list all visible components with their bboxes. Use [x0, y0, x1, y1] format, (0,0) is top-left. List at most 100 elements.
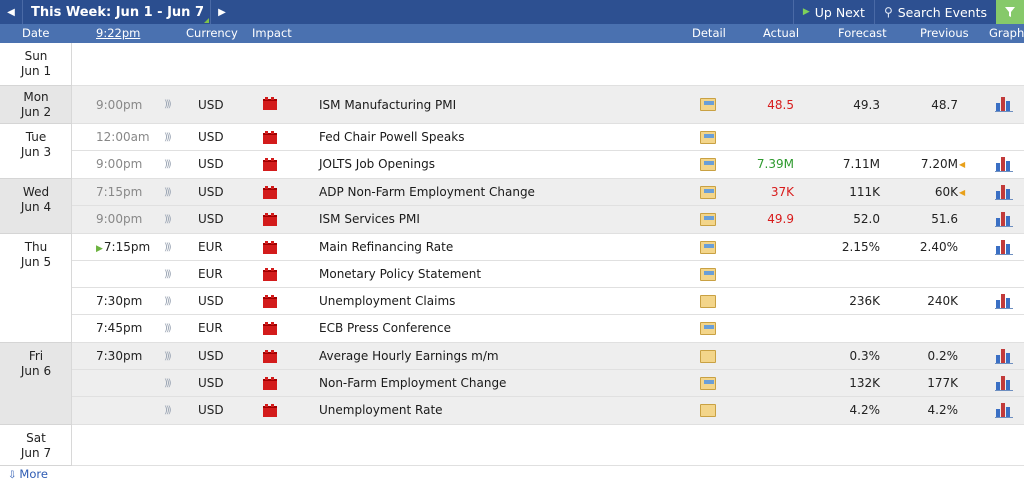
event-time: 12:00am [96, 130, 150, 144]
day-date: Jun 4 [20, 200, 52, 214]
week-selector[interactable]: This Week: Jun 1 - Jun 7 [22, 0, 212, 24]
day-name: Sun [24, 49, 48, 63]
detail-folder-icon[interactable] [700, 404, 716, 417]
event-forecast: 49.3 [853, 98, 880, 112]
event-previous: 4.2% [927, 403, 959, 417]
event-title[interactable]: JOLTS Job Openings [319, 151, 435, 178]
event-row[interactable]: ▶7:15pm ))) EUR Main Refinancing Rate 2.… [72, 234, 1024, 261]
alert-icon[interactable]: ))) [164, 315, 172, 342]
alert-icon[interactable]: ))) [164, 397, 172, 424]
event-row[interactable]: ))) USD Unemployment Rate 4.2% 4.2% [72, 397, 1024, 425]
event-row[interactable]: 9:00pm ))) USD JOLTS Job Openings 7.39M … [72, 151, 1024, 179]
day-cell-sun: Sun Jun 1 [0, 43, 72, 86]
alert-icon[interactable]: ))) [164, 343, 172, 370]
down-arrow-icon: ⇩ [8, 470, 17, 480]
alert-icon[interactable]: ))) [164, 151, 172, 178]
detail-folder-icon[interactable] [700, 131, 716, 144]
detail-folder-icon[interactable] [700, 377, 716, 390]
detail-folder-icon[interactable] [700, 295, 716, 308]
event-time: 9:00pm [96, 212, 143, 226]
graph-icon[interactable] [995, 403, 1013, 418]
event-row[interactable]: 7:45pm ))) EUR ECB Press Conference [72, 315, 1024, 343]
filter-button[interactable] [996, 0, 1024, 24]
event-row[interactable]: 9:00pm ))) USD ISM Services PMI 49.9 52.… [72, 206, 1024, 234]
search-icon: ⚲ [883, 5, 893, 19]
search-events-label: Search Events [897, 4, 987, 20]
event-title[interactable]: ECB Press Conference [319, 315, 451, 342]
detail-folder-icon[interactable] [700, 241, 716, 254]
next-week-button[interactable]: ▶ [211, 0, 233, 24]
event-time: ▶7:15pm [96, 234, 150, 261]
event-previous: 51.6 [931, 212, 958, 226]
event-title[interactable]: Unemployment Rate [319, 397, 443, 424]
event-time-label: 7:15pm [103, 240, 151, 254]
calendar-toolbar: ◀ This Week: Jun 1 - Jun 7 ▶ ▶ Up Next ⚲… [0, 0, 1024, 24]
graph-icon[interactable] [995, 212, 1013, 227]
graph-icon[interactable] [995, 97, 1013, 112]
event-row[interactable]: 12:00am ))) USD Fed Chair Powell Speaks [72, 124, 1024, 151]
detail-folder-icon[interactable] [700, 268, 716, 281]
revision-flag-icon: ◀ [959, 160, 966, 169]
event-row[interactable]: 7:15pm ))) USD ADP Non-Farm Employment C… [72, 179, 1024, 206]
alert-icon[interactable]: ))) [164, 288, 172, 315]
day-date: Jun 3 [20, 145, 52, 159]
event-title[interactable]: Unemployment Claims [319, 288, 455, 315]
up-next-label: Up Next [814, 4, 865, 20]
event-currency: USD [198, 349, 224, 363]
event-actual: 7.39M [756, 157, 794, 171]
previous-week-button[interactable]: ◀ [0, 0, 22, 24]
event-title[interactable]: ISM Manufacturing PMI [319, 86, 456, 113]
event-row[interactable]: 9:00pm ))) USD ISM Manufacturing PMI 48.… [72, 86, 1024, 124]
alert-icon[interactable]: ))) [164, 124, 172, 151]
event-title[interactable]: ISM Services PMI [319, 206, 420, 233]
search-events-button[interactable]: ⚲ Search Events [873, 0, 996, 24]
detail-folder-icon[interactable] [700, 158, 716, 171]
event-time: 7:45pm [96, 321, 143, 335]
event-row[interactable]: ))) EUR Monetary Policy Statement [72, 261, 1024, 288]
event-row[interactable]: 7:30pm ))) USD Unemployment Claims 236K … [72, 288, 1024, 315]
day-cell-mon: Mon Jun 2 [0, 86, 72, 124]
detail-folder-icon[interactable] [700, 98, 716, 111]
alert-icon[interactable]: ))) [164, 206, 172, 233]
event-title[interactable]: Average Hourly Earnings m/m [319, 343, 499, 370]
graph-icon[interactable] [995, 185, 1013, 200]
event-title[interactable]: Monetary Policy Statement [319, 261, 481, 288]
detail-folder-icon[interactable] [700, 213, 716, 226]
more-label: More [19, 467, 48, 480]
alert-icon[interactable]: ))) [164, 261, 172, 288]
high-impact-icon [263, 186, 277, 199]
event-title[interactable]: Main Refinancing Rate [319, 234, 453, 261]
alert-icon[interactable]: ))) [164, 234, 172, 261]
up-next-button[interactable]: ▶ Up Next [792, 0, 874, 24]
detail-folder-icon[interactable] [700, 350, 716, 363]
graph-icon[interactable] [995, 294, 1013, 309]
graph-icon[interactable] [995, 157, 1013, 172]
graph-icon[interactable] [995, 349, 1013, 364]
event-title[interactable]: ADP Non-Farm Employment Change [319, 179, 535, 206]
high-impact-icon [263, 213, 277, 226]
day-name: Wed [22, 185, 50, 199]
event-currency: EUR [198, 240, 223, 254]
event-row[interactable]: 7:30pm ))) USD Average Hourly Earnings m… [72, 343, 1024, 370]
empty-day-row [72, 43, 1024, 86]
event-row[interactable]: ))) USD Non-Farm Employment Change 132K … [72, 370, 1024, 397]
event-previous: 2.40% [919, 240, 958, 254]
detail-folder-icon[interactable] [700, 322, 716, 335]
event-forecast: 111K [849, 185, 880, 199]
header-date[interactable]: Date [22, 26, 50, 40]
event-previous: 7.20M [920, 157, 958, 171]
week-label: This Week: Jun 1 - Jun 7 [31, 4, 205, 20]
header-time[interactable]: 9:22pm [96, 26, 140, 40]
event-title[interactable]: Fed Chair Powell Speaks [319, 124, 464, 151]
high-impact-icon [263, 268, 277, 281]
graph-icon[interactable] [995, 376, 1013, 391]
graph-icon[interactable] [995, 240, 1013, 255]
detail-folder-icon[interactable] [700, 186, 716, 199]
header-impact: Impact [252, 26, 292, 40]
event-title[interactable]: Non-Farm Employment Change [319, 370, 506, 397]
alert-icon[interactable]: ))) [164, 179, 172, 206]
event-forecast: 0.3% [849, 349, 881, 363]
alert-icon[interactable]: ))) [164, 370, 172, 397]
alert-icon[interactable]: ))) [164, 86, 172, 113]
more-link[interactable]: ⇩ More [8, 467, 48, 480]
